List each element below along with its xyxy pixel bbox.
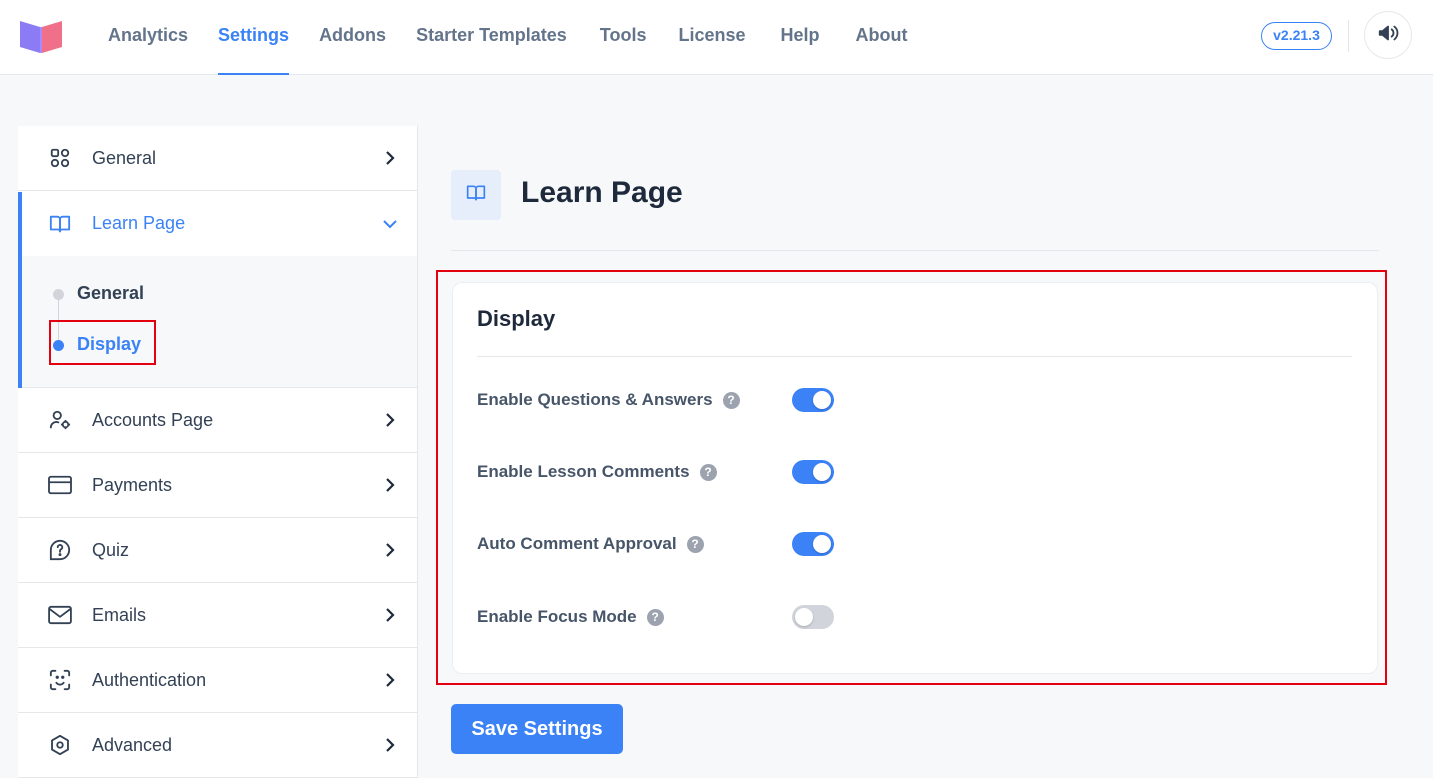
grid-icon: [48, 146, 72, 170]
header-divider: [1348, 20, 1349, 52]
sidebar-item-authentication[interactable]: Authentication: [18, 648, 417, 713]
active-section-indicator: [18, 192, 22, 388]
help-icon[interactable]: ?: [686, 536, 704, 553]
main-nav: Analytics Settings Addons Starter Templa…: [108, 0, 908, 75]
version-badge: v2.21.3: [1261, 22, 1332, 50]
sidebar-item-label: General: [92, 147, 157, 168]
chevron-right-icon: [383, 151, 397, 165]
nav-starter-templates[interactable]: Starter Templates: [416, 0, 567, 75]
top-navigation-bar: Analytics Settings Addons Starter Templa…: [0, 0, 1433, 75]
chevron-right-icon: [383, 413, 397, 427]
sidebar-item-accounts-page[interactable]: Accounts Page: [18, 388, 417, 453]
submenu-bullet: [53, 289, 64, 300]
chevron-right-icon: [383, 478, 397, 492]
chevron-right-icon: [383, 738, 397, 752]
nav-help[interactable]: Help: [781, 0, 820, 75]
announcements-button[interactable]: [1364, 11, 1412, 59]
sidebar-item-label: Authentication: [92, 669, 207, 690]
nav-tools[interactable]: Tools: [600, 0, 647, 75]
section-title: Display: [477, 306, 556, 331]
submenu-item-display[interactable]: Display: [77, 334, 141, 355]
book-open-icon: [48, 212, 72, 236]
setting-label: Enable Questions & Answers: [477, 390, 713, 409]
nav-settings[interactable]: Settings: [218, 0, 290, 75]
credit-card-icon: [48, 473, 72, 497]
hexagon-icon: [48, 733, 72, 757]
toggle-knob: [813, 535, 831, 553]
settings-sidebar: General Learn Page General Display Accou…: [18, 126, 418, 778]
toggle-knob: [795, 608, 813, 626]
save-settings-button[interactable]: Save Settings: [451, 704, 623, 754]
sidebar-item-payments[interactable]: Payments: [18, 453, 417, 518]
setting-auto-comment-approval: Auto Comment Approval?: [477, 534, 704, 554]
learn-page-submenu: General Display: [18, 256, 417, 388]
auto-comment-approval-toggle[interactable]: [792, 532, 834, 556]
setting-lesson-comments: Enable Lesson Comments?: [477, 462, 717, 482]
focus-mode-toggle[interactable]: [792, 605, 834, 629]
face-scan-icon: [48, 668, 72, 692]
sidebar-item-general[interactable]: General: [18, 126, 417, 191]
submenu-item-general[interactable]: General: [77, 283, 144, 304]
megaphone-icon: [1377, 22, 1399, 49]
page-header-icon: [451, 170, 501, 220]
chevron-right-icon: [383, 608, 397, 622]
sidebar-item-quiz[interactable]: Quiz: [18, 518, 417, 583]
help-icon[interactable]: ?: [722, 392, 740, 409]
help-icon[interactable]: ?: [699, 464, 717, 481]
submenu-bullet-active: [53, 340, 64, 351]
nav-addons[interactable]: Addons: [319, 0, 386, 75]
book-open-icon: [466, 183, 486, 208]
title-divider: [451, 250, 1379, 251]
lesson-comments-toggle[interactable]: [792, 460, 834, 484]
sidebar-item-label: Learn Page: [92, 213, 186, 233]
setting-focus-mode: Enable Focus Mode?: [477, 607, 664, 627]
sidebar-item-label: Advanced: [92, 734, 173, 755]
book-logo-icon[interactable]: [18, 17, 64, 55]
setting-label: Enable Lesson Comments: [477, 462, 690, 481]
toggle-knob: [813, 463, 831, 481]
toggle-knob: [813, 391, 831, 409]
user-gear-icon: [48, 408, 72, 432]
sidebar-item-label: Quiz: [92, 539, 130, 560]
questions-answers-toggle[interactable]: [792, 388, 834, 412]
nav-analytics[interactable]: Analytics: [108, 0, 188, 75]
chevron-right-icon: [383, 543, 397, 557]
setting-label: Enable Focus Mode: [477, 607, 637, 626]
help-icon[interactable]: ?: [646, 609, 664, 626]
question-bubble-icon: [48, 538, 72, 562]
submenu-connector-line: [58, 294, 59, 346]
page-title: Learn Page: [521, 176, 683, 209]
sidebar-item-label: Payments: [92, 474, 173, 495]
sidebar-item-advanced[interactable]: Advanced: [18, 713, 417, 778]
nav-license[interactable]: License: [678, 0, 745, 75]
sidebar-item-emails[interactable]: Emails: [18, 583, 417, 648]
section-divider: [477, 356, 1352, 357]
envelope-icon: [48, 603, 72, 627]
setting-label: Auto Comment Approval: [477, 534, 677, 553]
chevron-down-icon: [383, 217, 397, 231]
nav-about[interactable]: About: [856, 0, 908, 75]
chevron-right-icon: [383, 673, 397, 687]
sidebar-item-label: Emails: [92, 604, 147, 625]
setting-questions-answers: Enable Questions & Answers?: [477, 390, 740, 410]
sidebar-item-learn-page[interactable]: Learn Page: [18, 191, 417, 256]
sidebar-item-label: Accounts Page: [92, 409, 214, 430]
